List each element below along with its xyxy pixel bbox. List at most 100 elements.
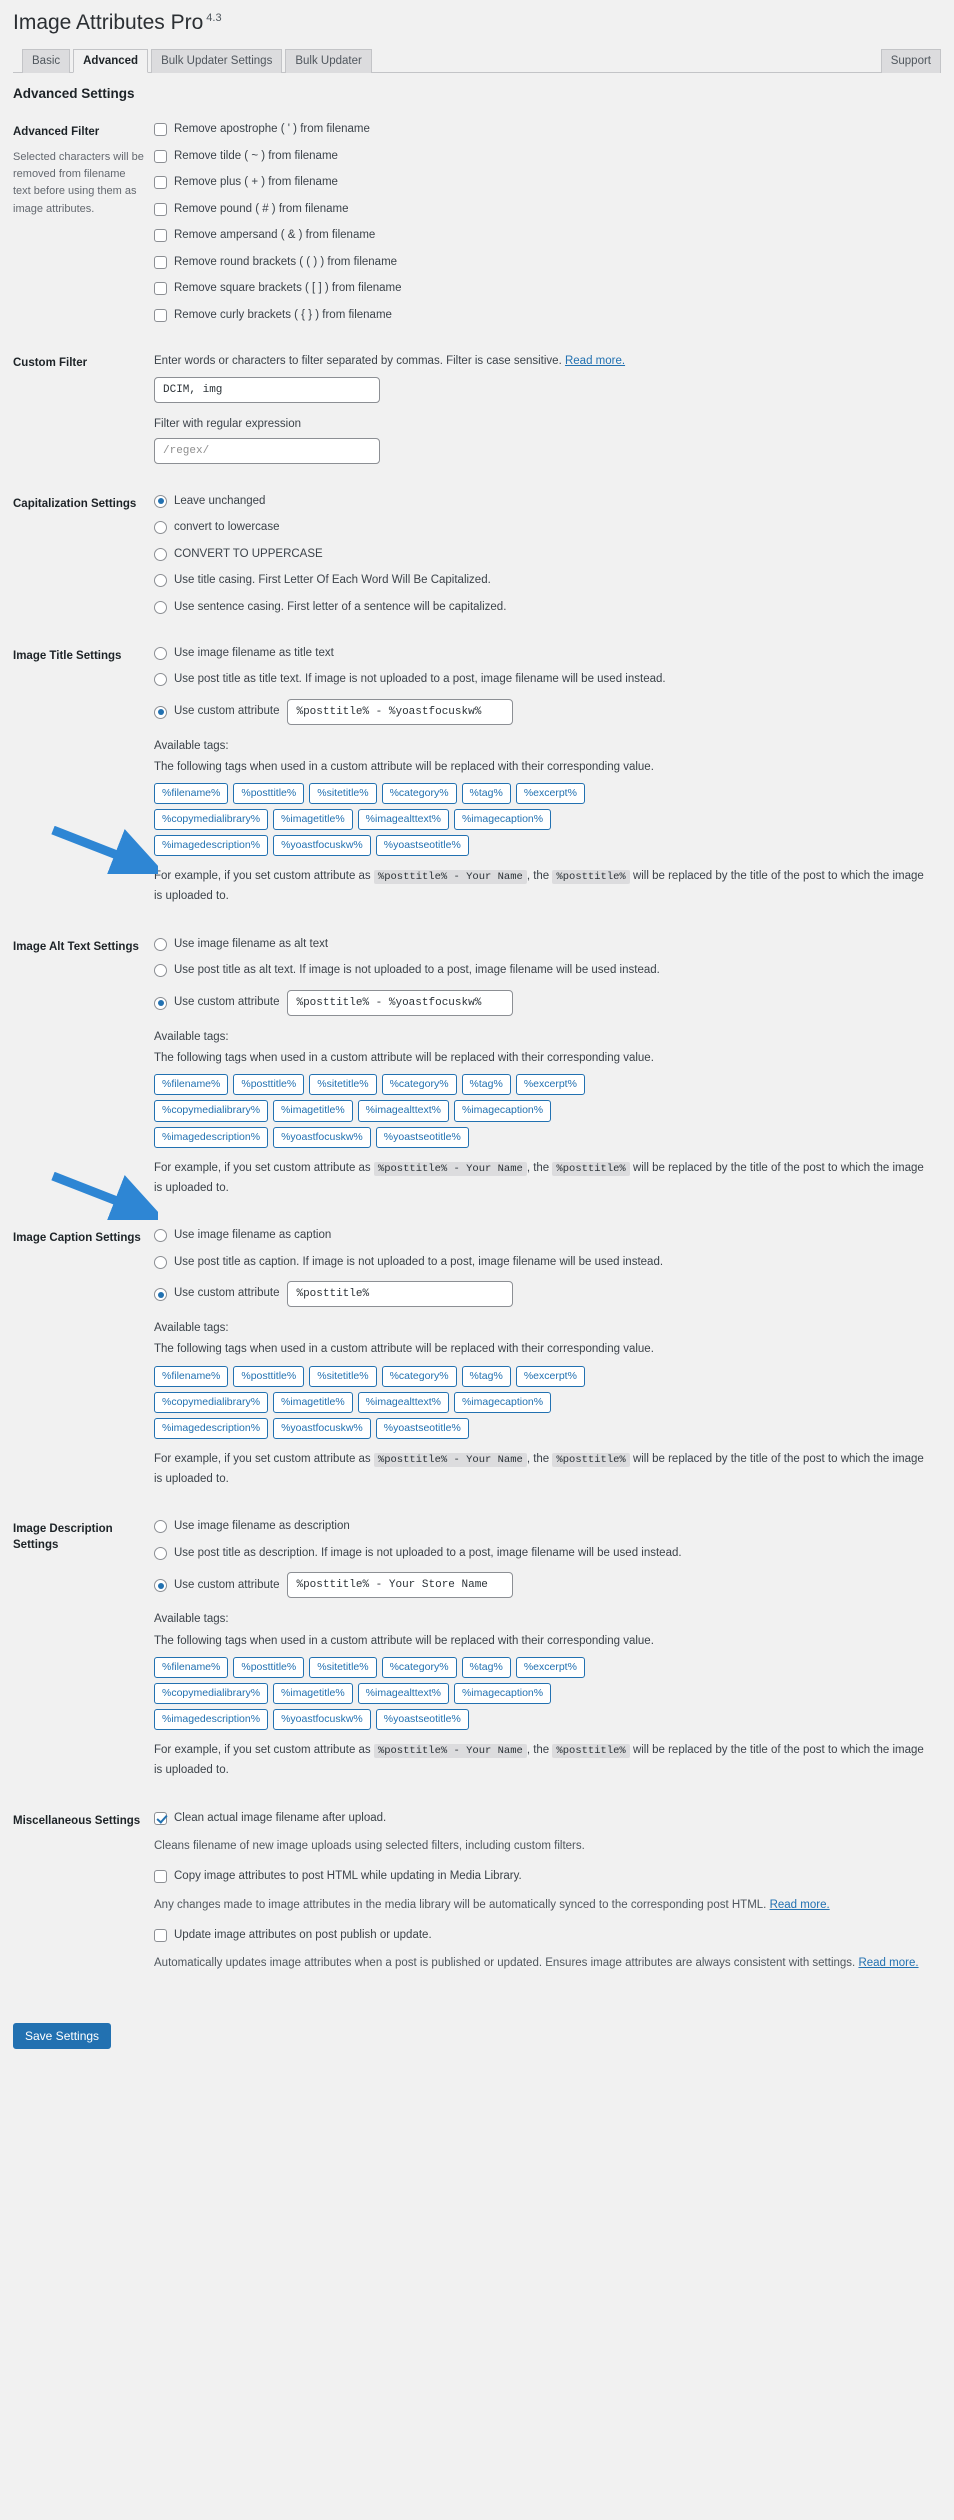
tag-chip[interactable]: %imagetitle%: [273, 809, 353, 831]
tab-support[interactable]: Support: [880, 49, 941, 74]
custom-filter-regex-input[interactable]: [154, 437, 380, 464]
tag-chip[interactable]: %category%: [381, 1656, 457, 1679]
option-clean-filename[interactable]: Clean actual image filename after upload…: [154, 1811, 931, 1827]
radio-title-casing[interactable]: [154, 574, 167, 588]
radio-lowercase[interactable]: [154, 521, 167, 535]
option-remove-plus[interactable]: Remove plus ( + ) from filename: [154, 175, 931, 191]
tag-chip[interactable]: %yoastfocuskw%: [273, 835, 371, 857]
option-caption-use-filename[interactable]: Use image filename as caption: [154, 1228, 931, 1244]
checkbox-copy-attributes[interactable]: [154, 1870, 167, 1884]
radio-title-use-posttitle[interactable]: [154, 673, 167, 687]
radio-description-use-filename[interactable]: [154, 1520, 167, 1534]
tag-chip[interactable]: %yoastfocuskw%: [273, 1126, 371, 1148]
tag-chip[interactable]: %imagetitle%: [273, 1683, 353, 1705]
tag-chip[interactable]: %tag%: [461, 783, 511, 805]
checkbox-remove-tilde[interactable]: [154, 149, 167, 163]
option-remove-tilde[interactable]: Remove tilde ( ~ ) from filename: [154, 149, 931, 165]
radio-caption-custom-attribute[interactable]: [154, 1288, 167, 1302]
radio-alt-custom-attribute[interactable]: [154, 996, 167, 1010]
tag-chip[interactable]: %copymedialibrary%: [154, 1683, 269, 1705]
option-title-casing[interactable]: Use title casing. First Letter Of Each W…: [154, 573, 931, 589]
tag-chip[interactable]: %category%: [381, 1365, 457, 1387]
option-alt-use-posttitle[interactable]: Use post title as alt text. If image is …: [154, 963, 931, 979]
tag-chip[interactable]: %yoastseotitle%: [375, 1709, 469, 1731]
option-title-use-filename[interactable]: Use image filename as title text: [154, 646, 931, 662]
option-title-custom-attribute[interactable]: Use custom attribute: [154, 698, 931, 725]
save-settings-button[interactable]: Save Settings: [13, 2023, 112, 2050]
radio-caption-use-filename[interactable]: [154, 1229, 167, 1243]
tag-chip[interactable]: %yoastfocuskw%: [273, 1417, 371, 1439]
option-uppercase[interactable]: CONVERT TO UPPERCASE: [154, 547, 931, 563]
image-caption-custom-input[interactable]: [287, 1281, 514, 1308]
tag-chip[interactable]: %imagecaption%: [453, 1100, 552, 1122]
radio-title-custom-attribute[interactable]: [154, 705, 167, 719]
tag-chip[interactable]: %excerpt%: [515, 1365, 585, 1387]
tag-chip[interactable]: %imagedescription%: [154, 1126, 269, 1148]
option-remove-curly-brackets[interactable]: Remove curly brackets ( { } ) from filen…: [154, 308, 931, 324]
tag-chip[interactable]: %imagetitle%: [273, 1391, 353, 1413]
option-remove-round-brackets[interactable]: Remove round brackets ( ( ) ) from filen…: [154, 255, 931, 271]
option-description-custom-attribute[interactable]: Use custom attribute: [154, 1572, 931, 1599]
tag-chip[interactable]: %filename%: [154, 1074, 229, 1096]
tag-chip[interactable]: %excerpt%: [515, 1656, 585, 1679]
update-on-publish-read-more-link[interactable]: Read more.: [858, 1957, 918, 1969]
tag-chip[interactable]: %posttitle%: [233, 1656, 305, 1679]
tag-chip[interactable]: %yoastfocuskw%: [273, 1709, 371, 1731]
tag-chip[interactable]: %copymedialibrary%: [154, 1391, 269, 1413]
option-sentence-casing[interactable]: Use sentence casing. First letter of a s…: [154, 600, 931, 616]
tag-chip[interactable]: %copymedialibrary%: [154, 809, 269, 831]
tag-chip[interactable]: %imagecaption%: [453, 809, 552, 831]
checkbox-remove-plus[interactable]: [154, 176, 167, 190]
radio-caption-use-posttitle[interactable]: [154, 1255, 167, 1269]
option-alt-use-filename[interactable]: Use image filename as alt text: [154, 937, 931, 953]
tag-chip[interactable]: %filename%: [154, 1365, 229, 1387]
option-caption-use-posttitle[interactable]: Use post title as caption. If image is n…: [154, 1255, 931, 1271]
checkbox-remove-square-brackets[interactable]: [154, 282, 167, 296]
option-caption-custom-attribute[interactable]: Use custom attribute: [154, 1281, 931, 1308]
tag-chip[interactable]: %imagecaption%: [453, 1391, 552, 1413]
checkbox-remove-round-brackets[interactable]: [154, 255, 167, 269]
option-description-use-filename[interactable]: Use image filename as description: [154, 1519, 931, 1535]
tab-basic[interactable]: Basic: [22, 49, 71, 74]
tag-chip[interactable]: %sitetitle%: [309, 1365, 377, 1387]
radio-description-use-posttitle[interactable]: [154, 1546, 167, 1560]
radio-sentence-casing[interactable]: [154, 600, 167, 614]
checkbox-update-on-publish[interactable]: [154, 1928, 167, 1942]
tag-chip[interactable]: %copymedialibrary%: [154, 1100, 269, 1122]
custom-filter-words-input[interactable]: [154, 376, 380, 403]
tag-chip[interactable]: %imagedescription%: [154, 1417, 269, 1439]
tag-chip[interactable]: %yoastseotitle%: [375, 1417, 469, 1439]
tab-bulk-updater-settings[interactable]: Bulk Updater Settings: [151, 49, 283, 74]
tag-chip[interactable]: %posttitle%: [233, 1074, 305, 1096]
tag-chip[interactable]: %imagecaption%: [453, 1683, 552, 1705]
option-update-on-publish[interactable]: Update image attributes on post publish …: [154, 1928, 931, 1944]
tag-chip[interactable]: %excerpt%: [515, 783, 585, 805]
checkbox-clean-filename[interactable]: [154, 1811, 167, 1825]
option-remove-apostrophe[interactable]: Remove apostrophe ( ' ) from filename: [154, 122, 931, 138]
tag-chip[interactable]: %imagetitle%: [273, 1100, 353, 1122]
tag-chip[interactable]: %filename%: [154, 783, 229, 805]
radio-title-use-filename[interactable]: [154, 646, 167, 660]
option-alt-custom-attribute[interactable]: Use custom attribute: [154, 989, 931, 1016]
tag-chip[interactable]: %posttitle%: [233, 1365, 305, 1387]
tag-chip[interactable]: %imagealttext%: [357, 1391, 449, 1413]
tag-chip[interactable]: %imagealttext%: [357, 809, 449, 831]
tag-chip[interactable]: %sitetitle%: [309, 1074, 377, 1096]
option-remove-pound[interactable]: Remove pound ( # ) from filename: [154, 202, 931, 218]
tab-bulk-updater[interactable]: Bulk Updater: [285, 49, 372, 74]
tag-chip[interactable]: %category%: [381, 1074, 457, 1096]
checkbox-remove-apostrophe[interactable]: [154, 123, 167, 137]
tag-chip[interactable]: %tag%: [461, 1074, 511, 1096]
tag-chip[interactable]: %excerpt%: [515, 1074, 585, 1096]
tag-chip[interactable]: %filename%: [154, 1656, 229, 1679]
tag-chip[interactable]: %tag%: [461, 1656, 511, 1679]
image-alt-custom-input[interactable]: [287, 989, 514, 1016]
tag-chip[interactable]: %sitetitle%: [309, 1656, 377, 1679]
radio-leave-unchanged[interactable]: [154, 494, 167, 508]
tag-chip[interactable]: %category%: [381, 783, 457, 805]
option-lowercase[interactable]: convert to lowercase: [154, 520, 931, 536]
tag-chip[interactable]: %imagealttext%: [357, 1100, 449, 1122]
radio-alt-use-filename[interactable]: [154, 937, 167, 951]
tag-chip[interactable]: %yoastseotitle%: [375, 835, 469, 857]
tag-chip[interactable]: %yoastseotitle%: [375, 1126, 469, 1148]
